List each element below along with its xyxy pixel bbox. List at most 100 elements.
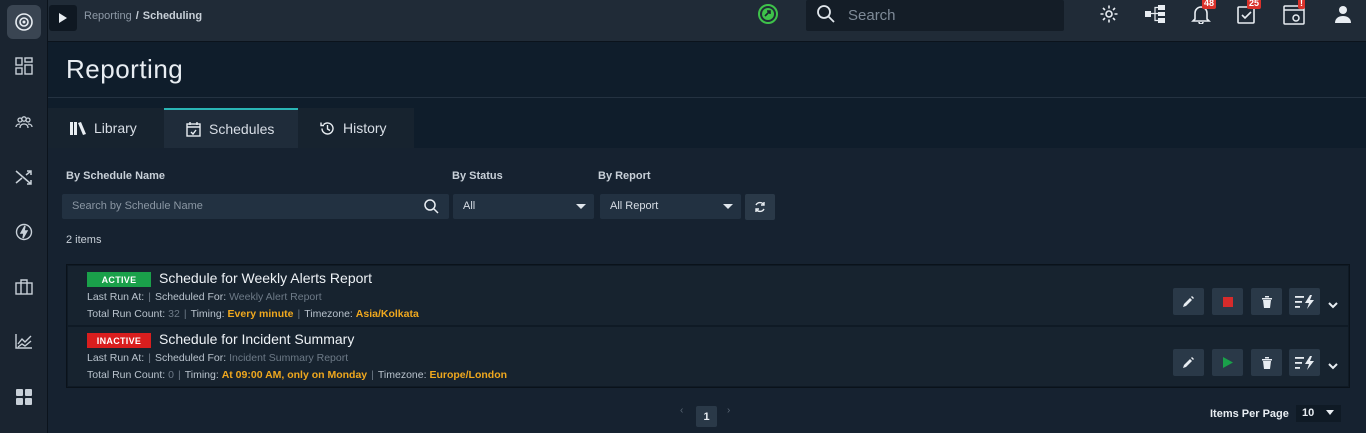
queue-lightning-icon <box>1294 294 1314 309</box>
schedule-details-line-2: Total Run Count: 32 | Timing: Every minute… <box>87 308 419 320</box>
run-count-label: Total Run Count: <box>87 308 166 320</box>
tab-library[interactable]: Library <box>48 108 164 148</box>
queue-lightning-icon <box>1294 355 1314 370</box>
pencil-icon <box>1183 296 1194 307</box>
items-per-page-select[interactable]: 10 <box>1296 405 1341 422</box>
status-select[interactable]: All <box>453 194 594 219</box>
calendar-check-icon <box>186 121 201 137</box>
edit-button[interactable] <box>1173 288 1204 315</box>
schedule-name-filter <box>62 194 449 219</box>
schedules-list: ACTIVE Schedule for Weekly Alerts Report… <box>66 264 1350 388</box>
timing-value: Every minute <box>227 308 294 320</box>
page-title: Reporting <box>66 54 184 84</box>
start-button[interactable] <box>1212 349 1243 376</box>
chevron-down-icon[interactable] <box>1328 357 1338 375</box>
filter-status-label: By Status <box>452 170 503 182</box>
apps-icon[interactable] <box>0 382 48 412</box>
schedule-details-line-1: Last Run At: | Scheduled For: Incident Sum… <box>87 352 349 364</box>
schedule-name[interactable]: Schedule for Incident Summary <box>159 331 354 347</box>
chevron-down-icon <box>723 204 733 209</box>
users-icon[interactable] <box>0 107 48 137</box>
tab-history-label: History <box>343 120 387 136</box>
shuffle-icon[interactable] <box>0 162 48 192</box>
trash-icon <box>1261 295 1272 308</box>
search-icon[interactable] <box>424 199 439 219</box>
timezone-label: Timezone: <box>377 369 427 381</box>
scheduled-for-label: Scheduled For: <box>154 291 227 303</box>
left-rail <box>0 0 48 433</box>
delete-button[interactable] <box>1251 288 1282 315</box>
schedule-details-line-2: Total Run Count: 0 | Timing: At 09:00 AM, … <box>87 369 508 381</box>
refresh-icon <box>755 201 765 213</box>
top-bar: Reporting/Scheduling 48 25 ! <box>48 0 1366 42</box>
next-page-button[interactable]: › <box>727 405 730 416</box>
chevron-down-icon <box>576 204 586 209</box>
edit-button[interactable] <box>1173 349 1204 376</box>
scheduled-for-value: Incident Summary Report <box>229 352 349 364</box>
tab-history[interactable]: History <box>298 108 414 148</box>
system-settings-icon[interactable]: ! <box>1283 0 1307 26</box>
page-header: Reporting <box>48 43 1366 98</box>
report-select-value: All Report <box>610 200 659 212</box>
app-root: Reporting/Scheduling 48 25 ! <box>0 0 1366 433</box>
user-avatar-icon[interactable] <box>1331 2 1355 26</box>
expand-sidebar-button[interactable] <box>49 5 77 31</box>
search-icon <box>816 4 836 29</box>
search-input[interactable] <box>848 6 1048 24</box>
filter-report-label: By Report <box>598 170 651 182</box>
notifications-bell-icon[interactable]: 48 <box>1189 0 1217 26</box>
tab-schedules-label: Schedules <box>209 121 275 137</box>
global-search <box>806 0 1064 31</box>
run-now-button[interactable] <box>1289 349 1320 376</box>
lightning-icon[interactable] <box>0 217 48 247</box>
report-select[interactable]: All Report <box>600 194 741 219</box>
filter-name-label: By Schedule Name <box>66 170 166 182</box>
history-clock-icon <box>320 121 334 135</box>
schedule-row[interactable]: INACTIVE Schedule for Incident Summary L… <box>68 327 1348 386</box>
app-logo-icon[interactable] <box>7 5 41 39</box>
pencil-icon <box>1183 357 1194 368</box>
run-count-value: 0 <box>168 369 174 381</box>
tasks-icon[interactable]: 25 <box>1234 0 1262 26</box>
items-per-page-label: Items Per Page <box>1210 408 1289 420</box>
analytics-icon[interactable] <box>0 326 48 356</box>
briefcase-icon[interactable] <box>0 272 48 302</box>
notifications-count-badge: 48 <box>1202 0 1217 9</box>
timing-value: At 09:00 AM, only on Monday <box>221 369 368 381</box>
books-icon <box>70 121 86 135</box>
tab-library-label: Library <box>94 120 137 136</box>
play-icon <box>1222 357 1233 368</box>
breadcrumb: Reporting / Scheduling <box>84 10 202 22</box>
connection-status-icon[interactable] <box>757 3 779 25</box>
timezone-label: Timezone: <box>304 308 353 320</box>
play-arrow-icon <box>59 13 67 23</box>
status-select-value: All <box>463 200 476 212</box>
breadcrumb-parent[interactable]: Reporting <box>84 10 132 22</box>
hierarchy-icon[interactable] <box>1143 2 1167 26</box>
page-number-button[interactable]: 1 <box>696 406 717 427</box>
stop-icon <box>1222 296 1233 307</box>
stop-button[interactable] <box>1212 288 1243 315</box>
chevron-down-icon <box>1326 410 1334 415</box>
tab-schedules[interactable]: Schedules <box>164 108 298 148</box>
prev-page-button[interactable]: ‹ <box>680 405 683 416</box>
settings-icon[interactable] <box>1097 2 1121 26</box>
delete-button[interactable] <box>1251 349 1282 376</box>
schedule-name-input[interactable] <box>72 199 412 213</box>
last-run-label: Last Run At: <box>87 291 145 303</box>
run-count-value: 32 <box>168 308 180 320</box>
run-count-label: Total Run Count: <box>87 369 166 381</box>
schedule-name[interactable]: Schedule for Weekly Alerts Report <box>159 270 372 286</box>
schedule-row[interactable]: ACTIVE Schedule for Weekly Alerts Report… <box>68 266 1348 325</box>
run-now-button[interactable] <box>1289 288 1320 315</box>
timezone-value: Asia/Kolkata <box>355 308 419 320</box>
last-run-label: Last Run At: <box>87 352 145 364</box>
scheduled-for-label: Scheduled For: <box>154 352 227 364</box>
scheduled-for-value: Weekly Alert Report <box>229 291 322 303</box>
dashboard-icon[interactable] <box>0 51 48 81</box>
status-badge: ACTIVE <box>87 272 151 287</box>
breadcrumb-separator: / <box>135 10 139 22</box>
schedule-details-line-1: Last Run At: | Scheduled For: Weekly Alert… <box>87 291 322 303</box>
chevron-down-icon[interactable] <box>1328 296 1338 314</box>
refresh-button[interactable] <box>745 194 775 220</box>
